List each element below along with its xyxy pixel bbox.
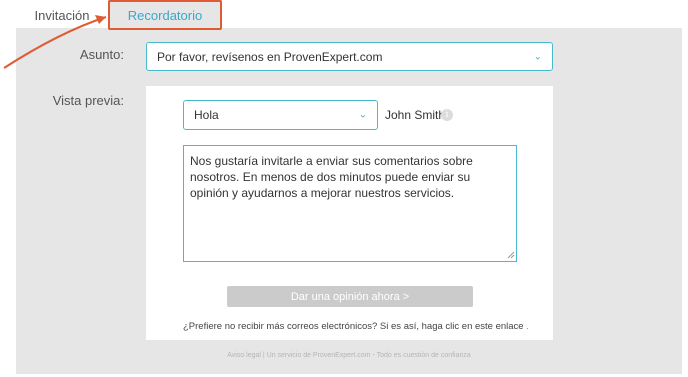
footer-text: Aviso legal | Un servicio de ProvenExper… [227,352,471,359]
subject-value: Por favor, revísenos en ProvenExpert.com [157,49,383,64]
tab-invitation-label: Invitación [34,7,90,23]
subject-label: Asunto: [79,47,124,62]
tab-invitation[interactable]: Invitación [18,0,106,30]
info-icon[interactable]: i [441,109,453,121]
subject-select[interactable]: Por favor, revísenos en ProvenExpert.com… [146,42,553,71]
optout-link[interactable]: . [524,321,529,332]
tab-reminder[interactable]: Recordatorio [108,0,222,30]
tab-reminder-label: Recordatorio [127,7,203,23]
recipient-name: John Smith, [385,108,449,122]
greeting-select[interactable]: Hola ⌄ [183,100,378,130]
give-review-button[interactable]: Dar una opinión ahora > [227,286,473,307]
resize-handle-icon[interactable] [507,251,515,259]
preview-label: Vista previa: [52,93,124,108]
optout-text: ¿Prefiere no recibir más correos electró… [183,321,529,332]
chevron-down-icon: ⌄ [533,51,542,62]
chevron-down-icon: ⌄ [358,109,367,121]
greeting-value: Hola [194,108,219,122]
optout-message: ¿Prefiere no recibir más correos electró… [183,321,524,332]
message-textarea[interactable]: Nos gustaría invitarle a enviar sus come… [183,145,517,262]
